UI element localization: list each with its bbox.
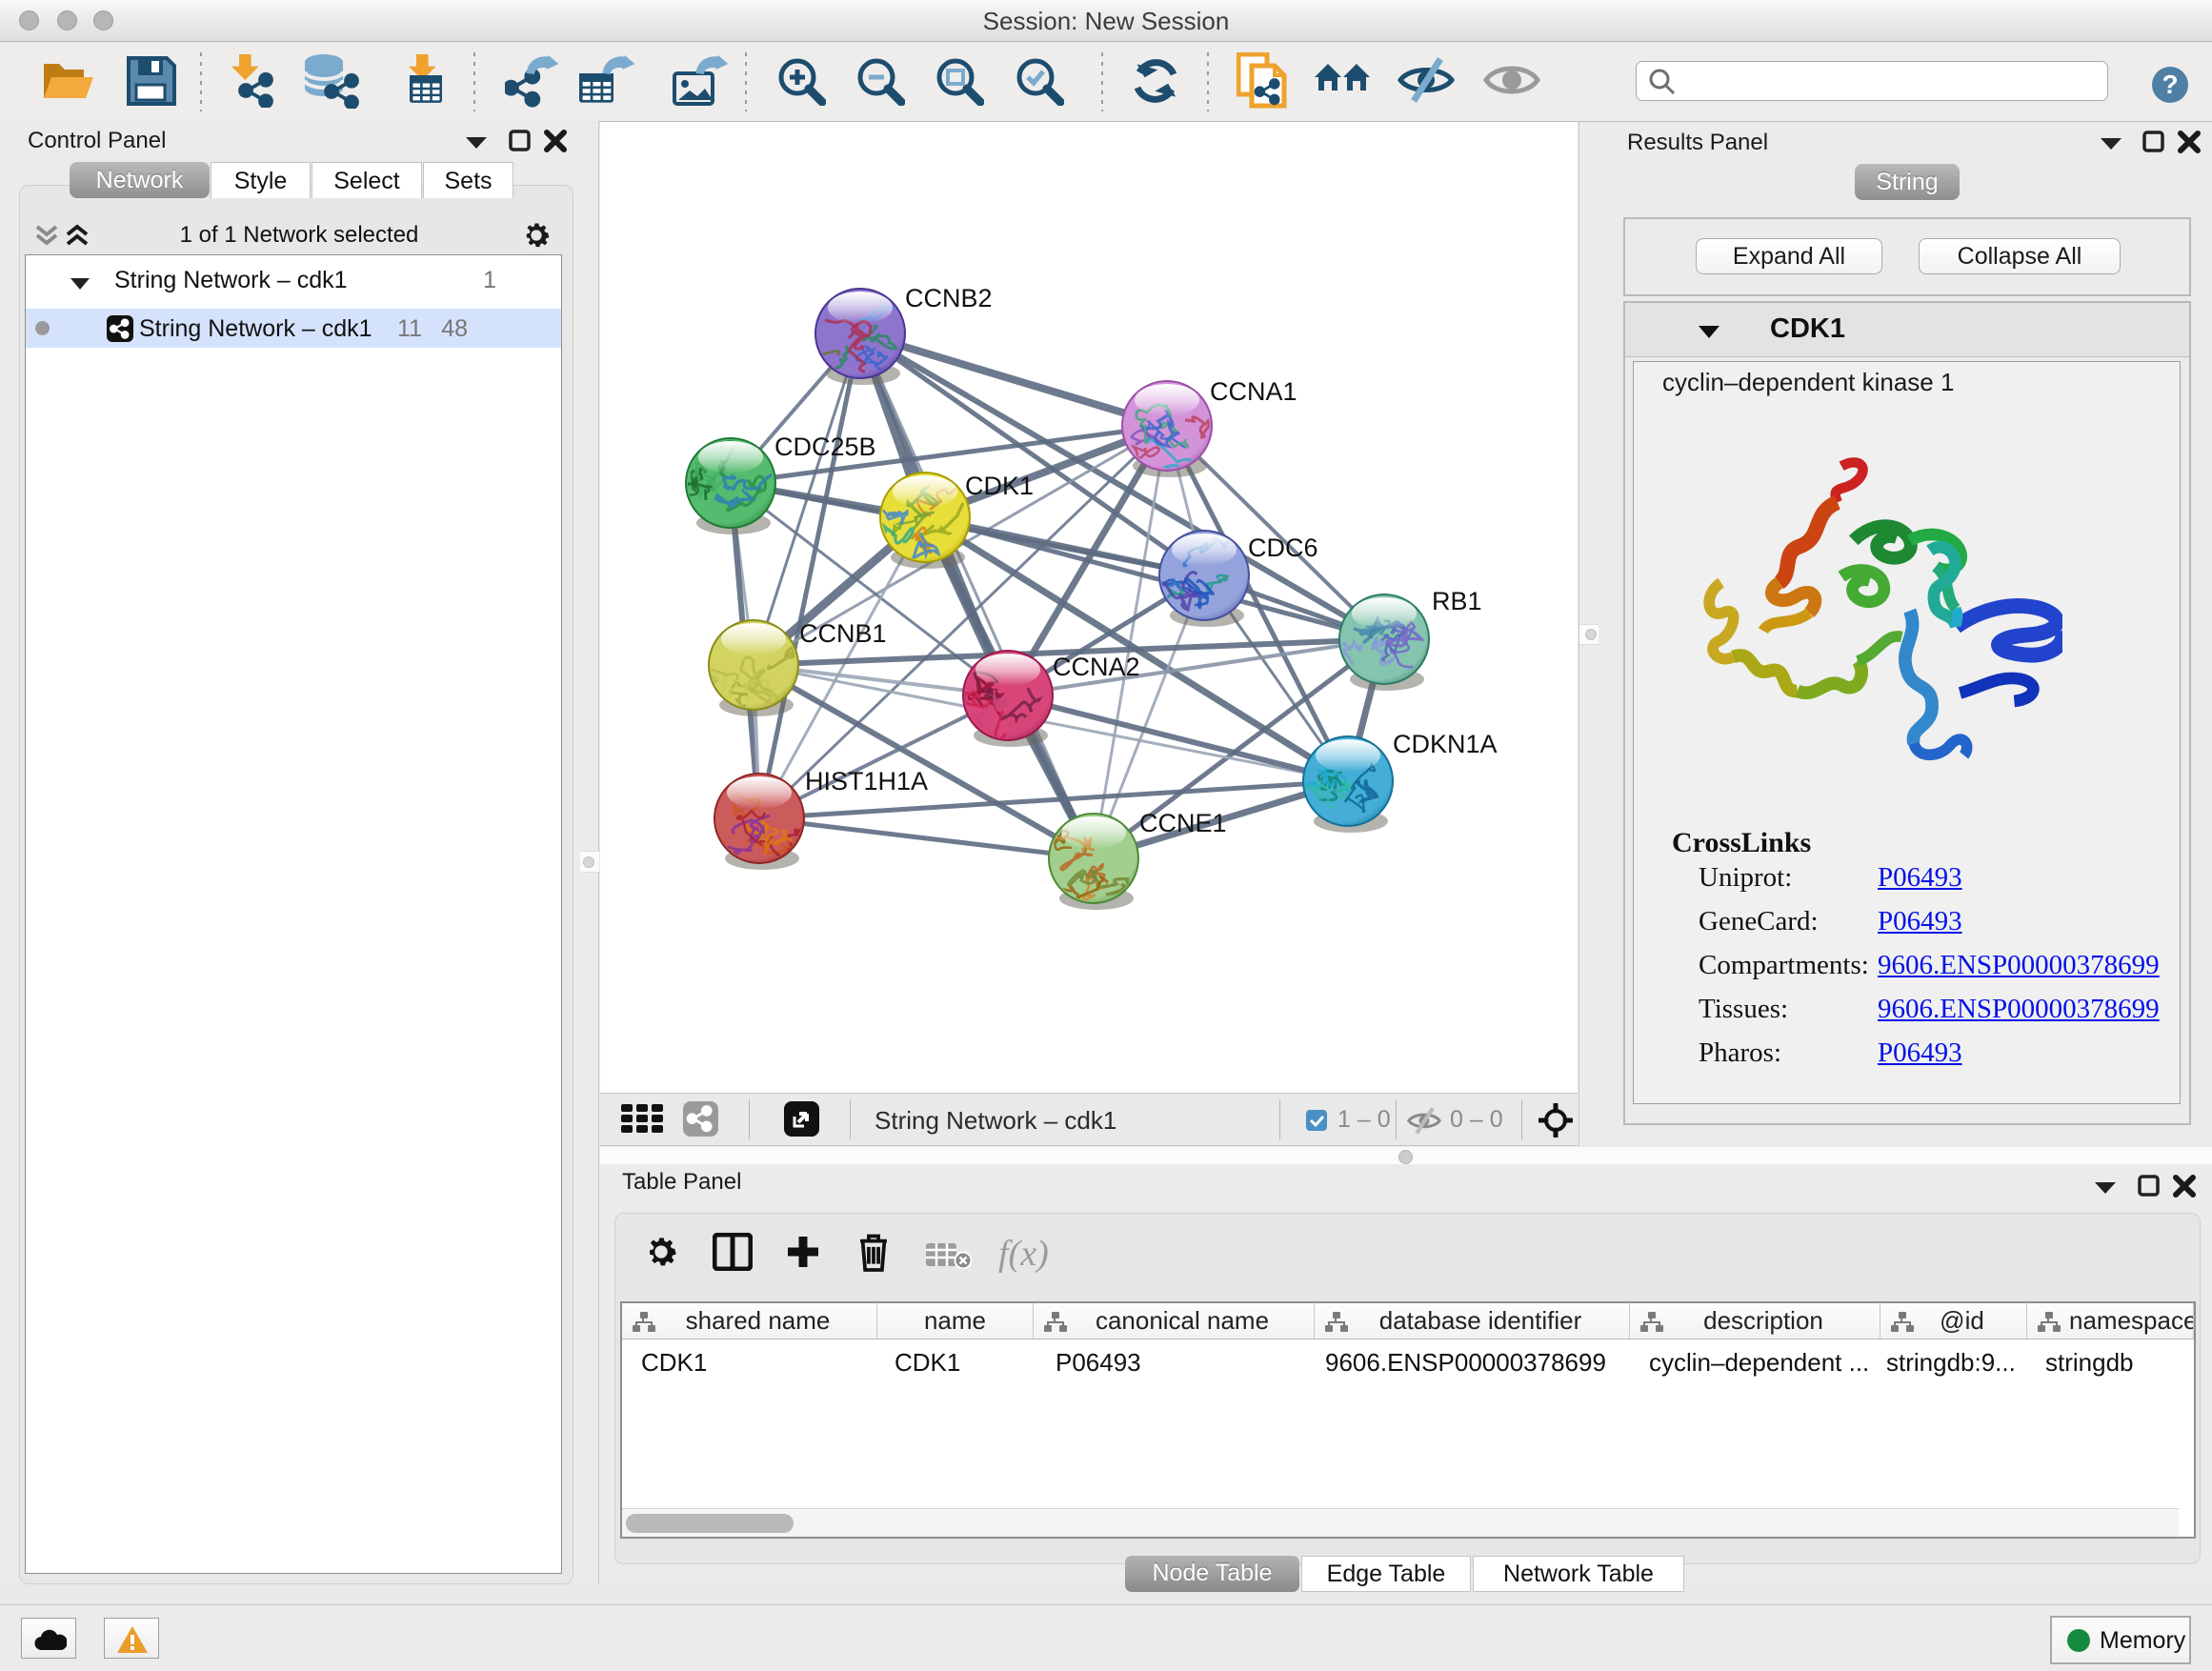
svg-text:CCNA2: CCNA2 [1053, 653, 1140, 681]
svg-text:CCNA1: CCNA1 [1210, 377, 1297, 406]
svg-text:HIST1H1A: HIST1H1A [805, 767, 928, 795]
svg-text:CDK1: CDK1 [965, 472, 1034, 500]
svg-text:CCNB2: CCNB2 [905, 284, 993, 312]
svg-text:CCNE1: CCNE1 [1139, 809, 1227, 837]
svg-text:CDC25B: CDC25B [774, 433, 876, 461]
svg-text:RB1: RB1 [1432, 587, 1482, 615]
svg-text:?: ? [2162, 70, 2178, 99]
svg-text:CDKN1A: CDKN1A [1393, 730, 1498, 758]
svg-text:CDC6: CDC6 [1248, 534, 1318, 562]
svg-text:CCNB1: CCNB1 [799, 619, 887, 648]
